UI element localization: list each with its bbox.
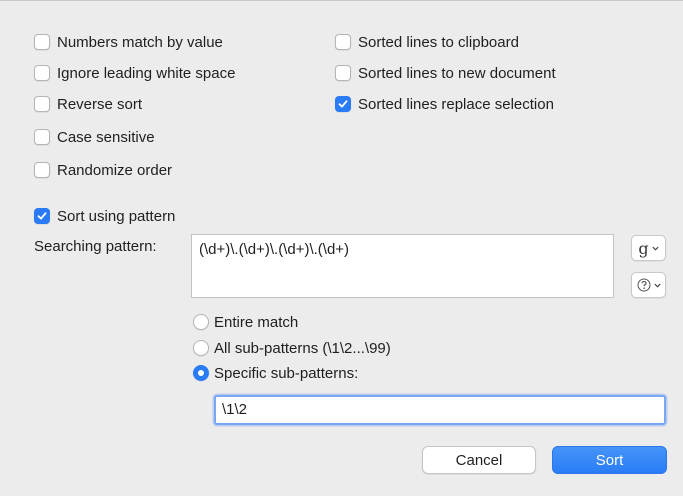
checkmark-icon — [338, 100, 348, 108]
checkbox-box[interactable] — [335, 34, 351, 50]
chevron-down-icon — [651, 246, 659, 251]
reverse-sort-checkbox[interactable]: Reverse sort — [34, 94, 142, 114]
checkmark-icon — [37, 212, 47, 220]
checkbox-label: Randomize order — [57, 161, 173, 179]
radio-dot[interactable] — [193, 314, 209, 330]
checkbox-label: Sorted lines to new document — [358, 64, 556, 82]
chevron-down-icon — [653, 283, 661, 288]
help-icon — [637, 278, 650, 292]
radio-dot[interactable] — [193, 365, 209, 381]
sorted-lines-to-clipboard-checkbox[interactable]: Sorted lines to clipboard — [335, 32, 519, 52]
checkbox-label: Sorted lines replace selection — [358, 95, 554, 113]
sort-using-pattern-checkbox[interactable]: Sort using pattern — [34, 206, 175, 226]
checkbox-box[interactable] — [335, 96, 351, 112]
ignore-leading-white-space-checkbox[interactable]: Ignore leading white space — [34, 63, 235, 83]
searching-pattern-label: Searching pattern: — [34, 238, 157, 255]
all-subpatterns-radio[interactable]: All sub-patterns (\1\2...\99) — [193, 338, 391, 358]
checkbox-label: Case sensitive — [57, 128, 155, 146]
window-top-divider — [0, 0, 683, 1]
checkbox-box[interactable] — [34, 129, 50, 145]
sort-button[interactable]: Sort — [552, 446, 667, 474]
case-sensitive-checkbox[interactable]: Case sensitive — [34, 127, 155, 147]
radio-label: All sub-patterns (\1\2...\99) — [214, 339, 391, 357]
specific-subpatterns-input[interactable]: \1\2 — [214, 395, 666, 425]
checkbox-label: Sort using pattern — [57, 207, 176, 225]
grep-button-label: g — [638, 238, 649, 258]
randomize-order-checkbox[interactable]: Randomize order — [34, 160, 172, 180]
cancel-button[interactable]: Cancel — [422, 446, 536, 474]
checkbox-box[interactable] — [34, 162, 50, 178]
entire-match-radio[interactable]: Entire match — [193, 312, 298, 332]
specific-subpatterns-radio[interactable]: Specific sub-patterns: — [193, 363, 358, 383]
searching-pattern-input[interactable]: (\d+)\.(\d+)\.(\d+)\.(\d+) — [191, 234, 614, 298]
checkbox-label: Ignore leading white space — [57, 64, 236, 82]
sorted-lines-to-new-document-checkbox[interactable]: Sorted lines to new document — [335, 63, 556, 83]
checkbox-box[interactable] — [335, 65, 351, 81]
radio-label: Specific sub-patterns: — [214, 364, 359, 382]
checkbox-label: Reverse sort — [57, 95, 143, 113]
help-popup[interactable] — [631, 272, 666, 298]
checkbox-label: Numbers match by value — [57, 33, 223, 51]
radio-label: Entire match — [214, 313, 299, 331]
checkbox-box[interactable] — [34, 96, 50, 112]
checkbox-box[interactable] — [34, 34, 50, 50]
sorted-lines-replace-selection-checkbox[interactable]: Sorted lines replace selection — [335, 94, 554, 114]
numbers-match-by-value-checkbox[interactable]: Numbers match by value — [34, 32, 223, 52]
checkbox-box[interactable] — [34, 65, 50, 81]
grep-options-popup[interactable]: g — [631, 235, 666, 261]
radio-dot[interactable] — [193, 340, 209, 356]
checkbox-label: Sorted lines to clipboard — [358, 33, 519, 51]
checkbox-box[interactable] — [34, 208, 50, 224]
